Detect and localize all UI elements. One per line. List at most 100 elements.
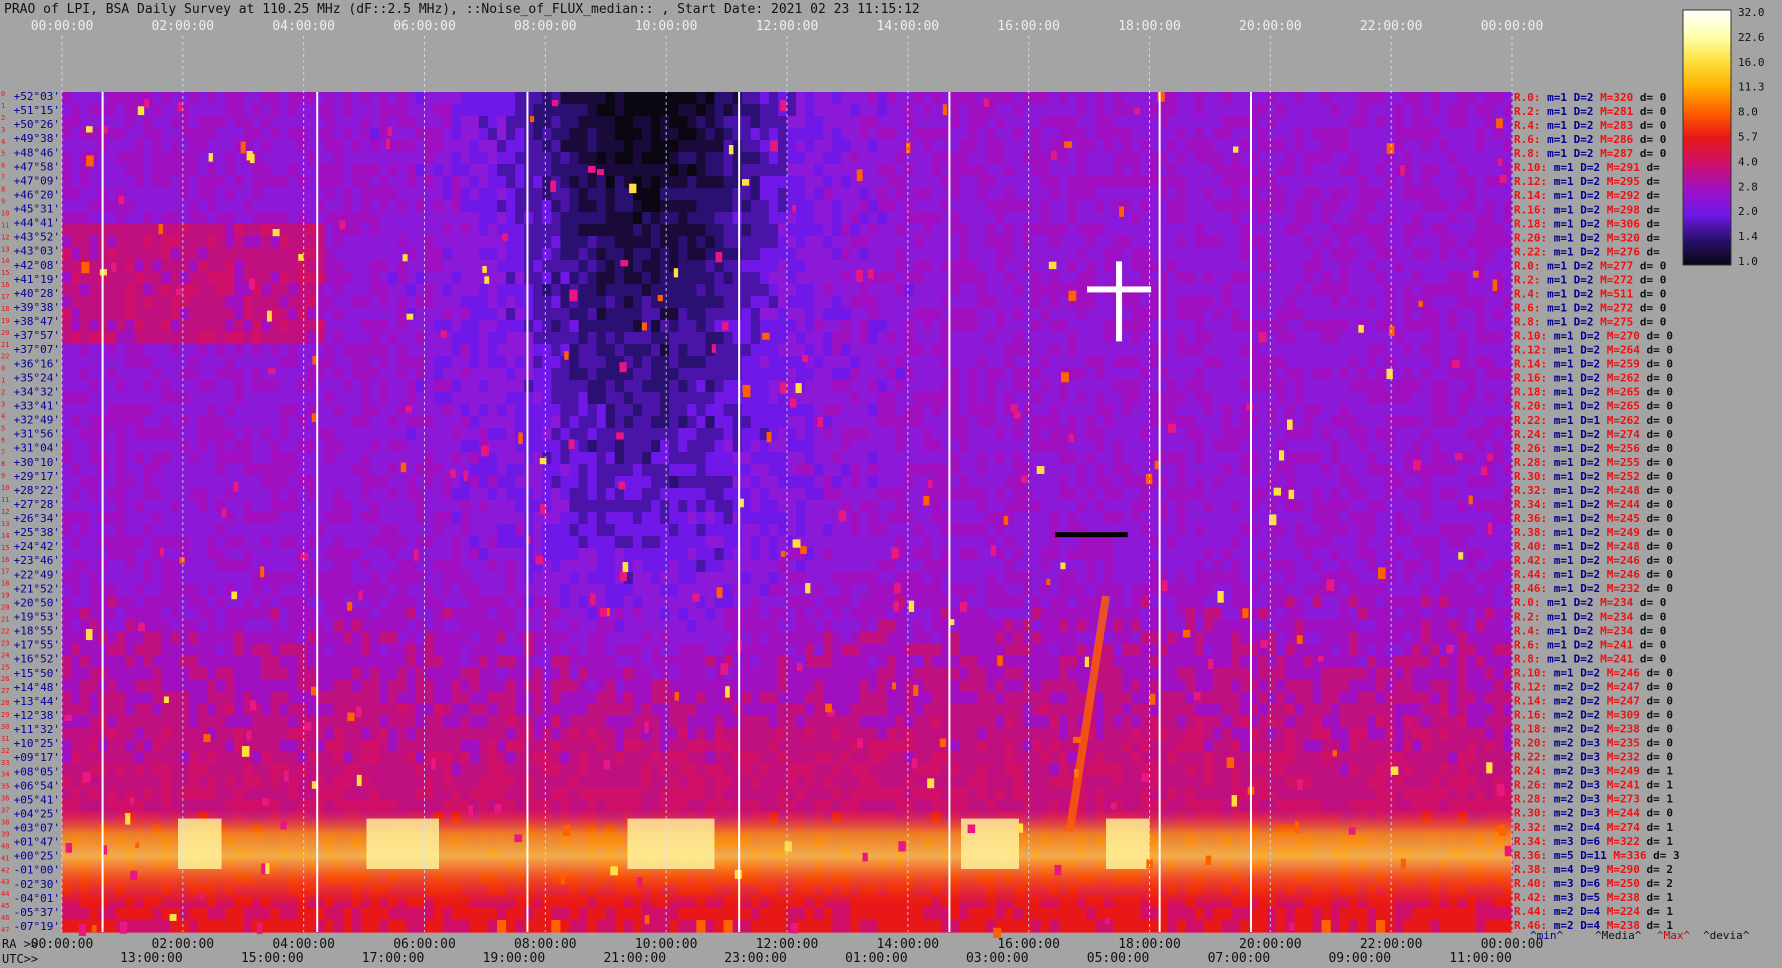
- heatmap-cell: [1321, 284, 1332, 297]
- heatmap-cell: [1194, 236, 1205, 249]
- heatmap-cell: [1176, 92, 1187, 105]
- heatmap-cell: [632, 308, 643, 321]
- heatmap-cell: [442, 296, 453, 309]
- heatmap-cell: [1339, 176, 1350, 189]
- heatmap-cell: [632, 152, 643, 165]
- heatmap-cell: [179, 164, 190, 177]
- heatmap-cell: [324, 380, 335, 393]
- heatmap-cell: [1267, 260, 1277, 273]
- heatmap-cell: [424, 128, 435, 141]
- heatmap-cell: [1339, 188, 1350, 201]
- heatmap-cell: [225, 128, 235, 141]
- heatmap-cell: [596, 176, 607, 189]
- heatmap-cell: [632, 200, 643, 213]
- heatmap-cell: [1502, 152, 1513, 165]
- heatmap-cell: [850, 380, 861, 393]
- heatmap-cell: [397, 440, 407, 453]
- heatmap-cell: [660, 284, 670, 297]
- heatmap-cell: [868, 452, 879, 465]
- heatmap-cell: [397, 356, 407, 369]
- heatmap-cell: [1185, 128, 1196, 141]
- heatmap-cell: [143, 260, 154, 273]
- heatmap-cell: [297, 392, 308, 405]
- heatmap-cell: [642, 380, 652, 393]
- heatmap-cell: [578, 176, 589, 189]
- heatmap-cell: [370, 428, 380, 441]
- heatmap-cell: [252, 308, 262, 321]
- heatmap-cell: [107, 284, 117, 297]
- heatmap-cell: [1502, 128, 1513, 141]
- heatmap-cell: [179, 116, 190, 129]
- heatmap-cell: [1367, 260, 1377, 273]
- heatmap-cell: [1357, 296, 1368, 309]
- heatmap-cell: [1022, 176, 1033, 189]
- heatmap-cell: [143, 284, 154, 297]
- heatmap-cell: [768, 320, 779, 333]
- heatmap-cell: [506, 164, 516, 177]
- heatmap-cell: [161, 452, 172, 465]
- heatmap-cell: [977, 152, 987, 165]
- heatmap-cell: [1484, 176, 1495, 189]
- heatmap-cell: [560, 248, 571, 261]
- heatmap-cell: [1004, 368, 1015, 381]
- heatmap-cell: [832, 440, 842, 453]
- heatmap-cell: [1357, 272, 1368, 285]
- heatmap-cell: [1484, 128, 1495, 141]
- heatmap-cell: [986, 140, 997, 153]
- heatmap-cell: [442, 380, 453, 393]
- heatmap-cell: [1086, 344, 1096, 357]
- heatmap-cell: [723, 440, 734, 453]
- heatmap-cell: [478, 188, 489, 201]
- heatmap-cell: [696, 188, 707, 201]
- heatmap-cell: [1049, 212, 1060, 225]
- heatmap-cell: [723, 272, 734, 285]
- heatmap-cell: [1049, 296, 1060, 309]
- heatmap-cell: [297, 440, 308, 453]
- heatmap-cell: [850, 188, 861, 201]
- heatmap-cell: [1394, 188, 1404, 201]
- heatmap-cell: [623, 284, 634, 297]
- heatmap-cell: [569, 104, 580, 117]
- heatmap-cell: [741, 116, 752, 129]
- heatmap-cell: [1484, 164, 1495, 177]
- heatmap-cell: [714, 428, 725, 441]
- heatmap-cell: [1376, 416, 1386, 429]
- heatmap-cell: [814, 392, 824, 405]
- heatmap-cell: [904, 428, 915, 441]
- heatmap-cell: [1412, 356, 1422, 369]
- heatmap-cell: [995, 152, 1006, 165]
- heatmap-cell: [80, 104, 90, 117]
- heatmap-cell: [959, 272, 969, 285]
- heatmap-cell: [632, 392, 643, 405]
- heatmap-cell: [1222, 152, 1232, 165]
- heatmap-cell: [161, 320, 172, 333]
- heatmap-cell: [814, 320, 824, 333]
- heatmap-cell: [1086, 308, 1096, 321]
- heatmap-cell: [605, 92, 616, 105]
- heatmap-cell: [143, 116, 154, 129]
- heatmap-cell: [642, 152, 652, 165]
- heatmap-cell: [977, 224, 987, 237]
- heatmap-cell: [234, 380, 244, 393]
- heatmap-cell: [1502, 248, 1513, 261]
- heatmap-cell: [932, 200, 942, 213]
- heatmap-cell: [777, 140, 788, 153]
- heatmap-cell: [397, 104, 407, 117]
- heatmap-cell: [687, 296, 697, 309]
- heatmap-cell: [932, 404, 942, 417]
- heatmap-cell: [596, 260, 607, 273]
- heatmap-cell: [1267, 140, 1277, 153]
- heatmap-cell: [1394, 440, 1404, 453]
- heatmap-cell: [777, 320, 788, 333]
- heatmap-cell: [179, 464, 190, 477]
- heatmap-cell: [968, 188, 978, 201]
- heatmap-cell: [179, 176, 190, 189]
- heatmap-cell: [107, 116, 117, 129]
- heatmap-cell: [1385, 92, 1395, 105]
- heatmap-cell: [324, 188, 335, 201]
- heatmap-cell: [324, 248, 335, 261]
- heatmap-cell: [1058, 260, 1069, 273]
- heatmap-cell: [306, 368, 317, 381]
- heatmap-cell: [768, 260, 779, 273]
- heatmap-cell: [1149, 224, 1160, 237]
